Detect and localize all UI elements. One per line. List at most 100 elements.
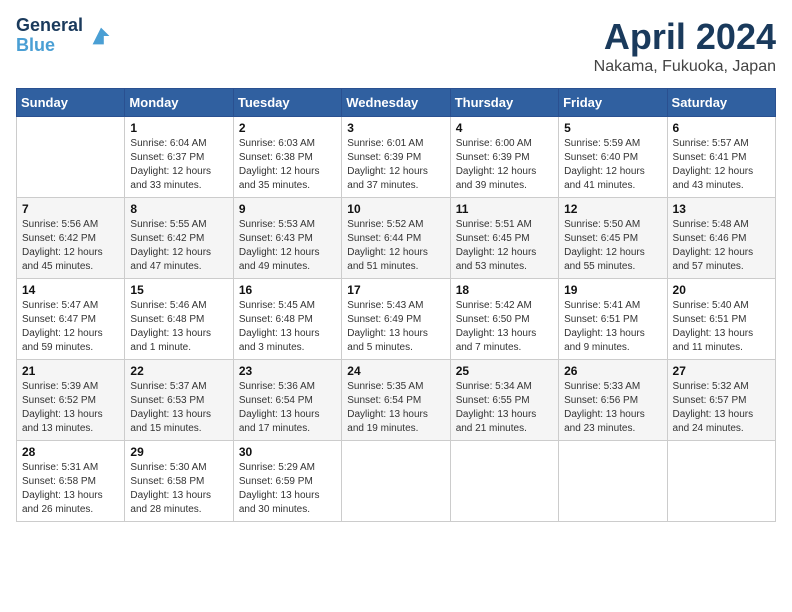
logo-text: GeneralBlue xyxy=(16,16,83,56)
day-info: Sunrise: 6:01 AMSunset: 6:39 PMDaylight:… xyxy=(347,137,444,193)
day-number: 24 xyxy=(347,364,444,378)
week-row-2: 7 Sunrise: 5:56 AMSunset: 6:42 PMDaylight… xyxy=(17,198,776,279)
day-number: 19 xyxy=(564,283,661,297)
calendar-cell: 4Sunrise: 6:00 AMSunset: 6:39 PMDaylight… xyxy=(450,117,558,198)
day-number: 15 xyxy=(130,283,227,297)
calendar-cell xyxy=(559,441,667,522)
weekday-header-friday: Friday xyxy=(559,89,667,117)
day-info: Sunrise: 5:56 AMSunset: 6:42 PMDaylight:… xyxy=(22,218,119,274)
calendar-cell: 18 Sunrise: 5:42 AMSunset: 6:50 PMDayligh… xyxy=(450,279,558,360)
day-info: Sunrise: 5:32 AMSunset: 6:57 PMDaylight:… xyxy=(673,380,770,436)
calendar-cell: 16Sunrise: 5:45 AMSunset: 6:48 PMDayligh… xyxy=(233,279,341,360)
day-info: Sunrise: 5:29 AMSunset: 6:59 PMDaylight:… xyxy=(239,461,336,517)
weekday-header-thursday: Thursday xyxy=(450,89,558,117)
calendar-header: SundayMondayTuesdayWednesdayThursdayFrid… xyxy=(17,89,776,117)
day-info: Sunrise: 5:30 AMSunset: 6:58 PMDaylight:… xyxy=(130,461,227,517)
calendar-cell: 19 Sunrise: 5:41 AMSunset: 6:51 PMDayligh… xyxy=(559,279,667,360)
weekday-header-wednesday: Wednesday xyxy=(342,89,450,117)
calendar-cell: 7 Sunrise: 5:56 AMSunset: 6:42 PMDaylight… xyxy=(17,198,125,279)
calendar-cell: 24 Sunrise: 5:35 AMSunset: 6:54 PMDayligh… xyxy=(342,360,450,441)
weekday-header-sunday: Sunday xyxy=(17,89,125,117)
day-number: 13 xyxy=(673,202,770,216)
day-info: Sunrise: 5:55 AMSunset: 6:42 PMDaylight:… xyxy=(130,218,227,274)
day-number: 23 xyxy=(239,364,336,378)
day-info: Sunrise: 5:59 AMSunset: 6:40 PMDaylight:… xyxy=(564,137,661,193)
calendar-cell: 22 Sunrise: 5:37 AMSunset: 6:53 PMDayligh… xyxy=(125,360,233,441)
calendar-cell: 3 Sunrise: 6:01 AMSunset: 6:39 PMDaylight… xyxy=(342,117,450,198)
day-info: Sunrise: 5:37 AMSunset: 6:53 PMDaylight:… xyxy=(130,380,227,436)
calendar-cell: 14 Sunrise: 5:47 AMSunset: 6:47 PMDayligh… xyxy=(17,279,125,360)
day-number: 8 xyxy=(130,202,227,216)
calendar-cell xyxy=(667,441,775,522)
day-number: 17 xyxy=(347,283,444,297)
calendar-body: 1Sunrise: 6:04 AMSunset: 6:37 PMDaylight… xyxy=(17,117,776,522)
calendar-cell xyxy=(342,441,450,522)
calendar-cell: 6Sunrise: 5:57 AMSunset: 6:41 PMDaylight… xyxy=(667,117,775,198)
calendar-cell: 8 Sunrise: 5:55 AMSunset: 6:42 PMDaylight… xyxy=(125,198,233,279)
calendar-cell: 12 Sunrise: 5:50 AMSunset: 6:45 PMDayligh… xyxy=(559,198,667,279)
main-title: April 2024 xyxy=(594,16,776,58)
day-info: Sunrise: 5:35 AMSunset: 6:54 PMDaylight:… xyxy=(347,380,444,436)
day-number: 14 xyxy=(22,283,119,297)
weekday-header-saturday: Saturday xyxy=(667,89,775,117)
weekday-header-tuesday: Tuesday xyxy=(233,89,341,117)
day-info: Sunrise: 5:36 AMSunset: 6:54 PMDaylight:… xyxy=(239,380,336,436)
calendar-cell: 28Sunrise: 5:31 AMSunset: 6:58 PMDayligh… xyxy=(17,441,125,522)
calendar-cell: 23 Sunrise: 5:36 AMSunset: 6:54 PMDayligh… xyxy=(233,360,341,441)
day-number: 28 xyxy=(22,445,119,459)
day-number: 2 xyxy=(239,121,336,135)
calendar-cell: 17 Sunrise: 5:43 AMSunset: 6:49 PMDayligh… xyxy=(342,279,450,360)
subtitle: Nakama, Fukuoka, Japan xyxy=(594,58,776,76)
day-number: 6 xyxy=(673,121,770,135)
day-number: 7 xyxy=(22,202,119,216)
day-info: Sunrise: 5:40 AMSunset: 6:51 PMDaylight:… xyxy=(673,299,770,355)
day-number: 29 xyxy=(130,445,227,459)
calendar-cell: 20 Sunrise: 5:40 AMSunset: 6:51 PMDayligh… xyxy=(667,279,775,360)
day-info: Sunrise: 5:51 AMSunset: 6:45 PMDaylight:… xyxy=(456,218,553,274)
day-number: 10 xyxy=(347,202,444,216)
calendar-cell xyxy=(450,441,558,522)
day-info: Sunrise: 5:34 AMSunset: 6:55 PMDaylight:… xyxy=(456,380,553,436)
week-row-4: 21 Sunrise: 5:39 AMSunset: 6:52 PMDayligh… xyxy=(17,360,776,441)
day-info: Sunrise: 5:33 AMSunset: 6:56 PMDaylight:… xyxy=(564,380,661,436)
day-number: 26 xyxy=(564,364,661,378)
day-number: 9 xyxy=(239,202,336,216)
title-area: April 2024 Nakama, Fukuoka, Japan xyxy=(594,16,776,76)
calendar-cell xyxy=(17,117,125,198)
weekday-header-row: SundayMondayTuesdayWednesdayThursdayFrid… xyxy=(17,89,776,117)
day-number: 3 xyxy=(347,121,444,135)
day-number: 16 xyxy=(239,283,336,297)
day-info: Sunrise: 6:04 AMSunset: 6:37 PMDaylight:… xyxy=(130,137,227,193)
week-row-1: 1Sunrise: 6:04 AMSunset: 6:37 PMDaylight… xyxy=(17,117,776,198)
day-number: 25 xyxy=(456,364,553,378)
calendar-cell: 13Sunrise: 5:48 AMSunset: 6:46 PMDayligh… xyxy=(667,198,775,279)
day-number: 18 xyxy=(456,283,553,297)
day-info: Sunrise: 5:47 AMSunset: 6:47 PMDaylight:… xyxy=(22,299,119,355)
day-info: Sunrise: 5:41 AMSunset: 6:51 PMDaylight:… xyxy=(564,299,661,355)
calendar-cell: 25 Sunrise: 5:34 AMSunset: 6:55 PMDayligh… xyxy=(450,360,558,441)
calendar-cell: 30 Sunrise: 5:29 AMSunset: 6:59 PMDayligh… xyxy=(233,441,341,522)
day-number: 21 xyxy=(22,364,119,378)
day-number: 11 xyxy=(456,202,553,216)
day-info: Sunrise: 5:52 AMSunset: 6:44 PMDaylight:… xyxy=(347,218,444,274)
day-info: Sunrise: 6:03 AMSunset: 6:38 PMDaylight:… xyxy=(239,137,336,193)
day-number: 5 xyxy=(564,121,661,135)
week-row-5: 28Sunrise: 5:31 AMSunset: 6:58 PMDayligh… xyxy=(17,441,776,522)
day-number: 30 xyxy=(239,445,336,459)
calendar-cell: 5 Sunrise: 5:59 AMSunset: 6:40 PMDaylight… xyxy=(559,117,667,198)
day-number: 22 xyxy=(130,364,227,378)
day-number: 20 xyxy=(673,283,770,297)
calendar-cell: 27Sunrise: 5:32 AMSunset: 6:57 PMDayligh… xyxy=(667,360,775,441)
calendar-cell: 2 Sunrise: 6:03 AMSunset: 6:38 PMDaylight… xyxy=(233,117,341,198)
calendar-cell: 15Sunrise: 5:46 AMSunset: 6:48 PMDayligh… xyxy=(125,279,233,360)
day-number: 12 xyxy=(564,202,661,216)
calendar-cell: 11 Sunrise: 5:51 AMSunset: 6:45 PMDayligh… xyxy=(450,198,558,279)
day-info: Sunrise: 5:39 AMSunset: 6:52 PMDaylight:… xyxy=(22,380,119,436)
calendar-cell: 1Sunrise: 6:04 AMSunset: 6:37 PMDaylight… xyxy=(125,117,233,198)
day-info: Sunrise: 5:50 AMSunset: 6:45 PMDaylight:… xyxy=(564,218,661,274)
day-info: Sunrise: 5:43 AMSunset: 6:49 PMDaylight:… xyxy=(347,299,444,355)
calendar-cell: 29 Sunrise: 5:30 AMSunset: 6:58 PMDayligh… xyxy=(125,441,233,522)
page-header: GeneralBlue April 2024 Nakama, Fukuoka, … xyxy=(16,16,776,76)
day-info: Sunrise: 5:42 AMSunset: 6:50 PMDaylight:… xyxy=(456,299,553,355)
logo-icon xyxy=(87,22,115,50)
